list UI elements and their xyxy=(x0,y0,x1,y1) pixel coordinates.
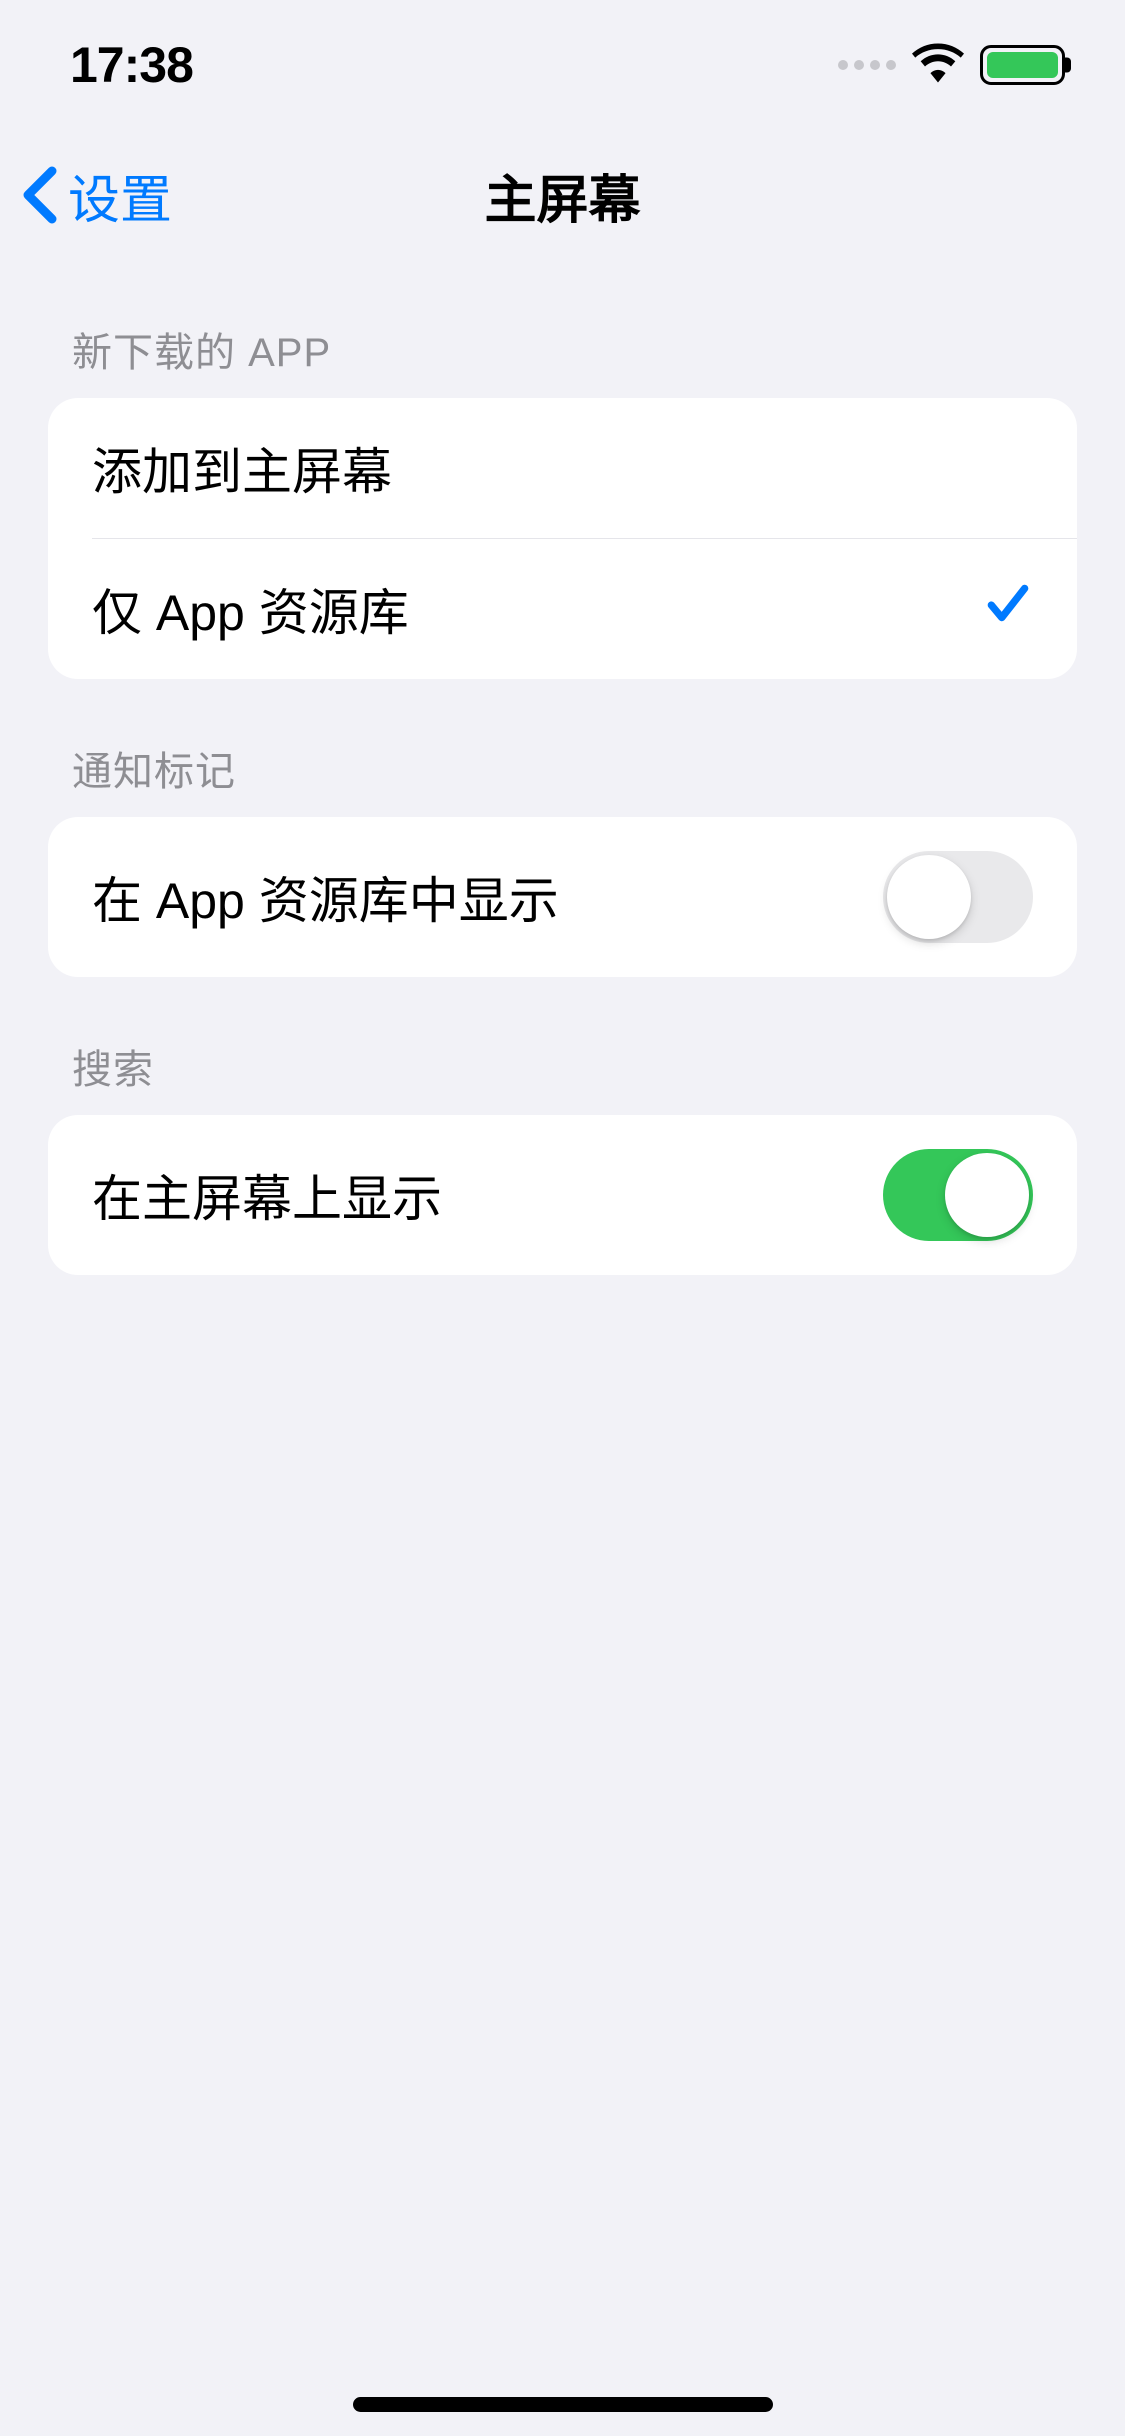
status-right xyxy=(838,43,1065,88)
status-bar: 17:38 xyxy=(0,0,1125,130)
wifi-icon xyxy=(912,43,964,88)
row-label: 添加到主屏幕 xyxy=(92,432,392,504)
row-label: 仅 App 资源库 xyxy=(92,573,409,645)
cellular-dots-icon xyxy=(838,60,896,70)
row-label: 在 App 资源库中显示 xyxy=(92,861,559,933)
group-badges: 在 App 资源库中显示 xyxy=(48,817,1077,977)
row-add-to-home[interactable]: 添加到主屏幕 xyxy=(48,398,1077,538)
row-show-in-app-library: 在 App 资源库中显示 xyxy=(48,817,1077,977)
chevron-left-icon xyxy=(20,165,60,225)
nav-bar: 设置 主屏幕 xyxy=(0,130,1125,260)
section-header-new-apps: 新下载的 APP xyxy=(48,260,1077,398)
section-header-badges: 通知标记 xyxy=(48,679,1077,817)
back-button[interactable]: 设置 xyxy=(20,158,172,233)
home-indicator[interactable] xyxy=(353,2397,773,2412)
page-title: 主屏幕 xyxy=(484,158,640,233)
switch-show-in-app-library[interactable] xyxy=(883,851,1033,943)
checkmark-icon xyxy=(983,578,1033,640)
group-new-apps: 添加到主屏幕 仅 App 资源库 xyxy=(48,398,1077,679)
battery-icon xyxy=(980,45,1065,85)
section-header-search: 搜索 xyxy=(48,977,1077,1115)
row-app-library-only[interactable]: 仅 App 资源库 xyxy=(92,538,1077,679)
back-label: 设置 xyxy=(68,158,172,233)
status-time: 17:38 xyxy=(70,36,193,94)
switch-show-on-home[interactable] xyxy=(883,1149,1033,1241)
group-search: 在主屏幕上显示 xyxy=(48,1115,1077,1275)
row-show-on-home: 在主屏幕上显示 xyxy=(48,1115,1077,1275)
row-label: 在主屏幕上显示 xyxy=(92,1159,442,1231)
